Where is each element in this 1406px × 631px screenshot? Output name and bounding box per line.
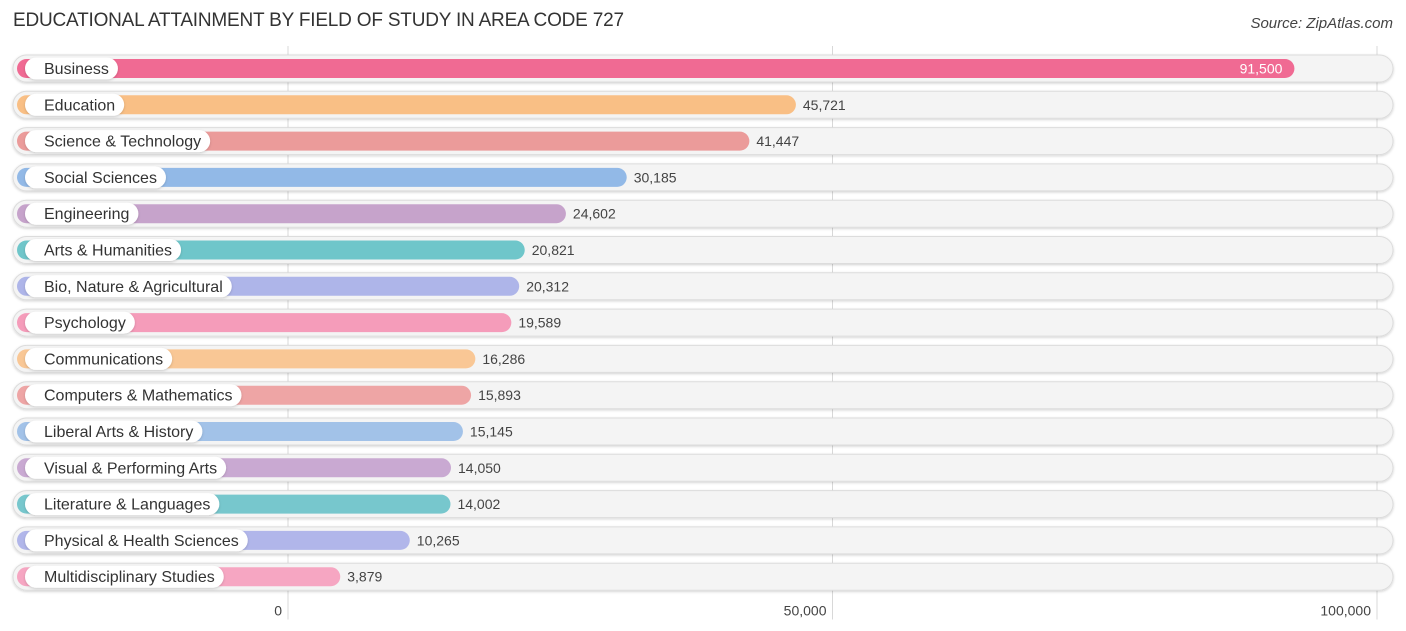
- category-label: Arts & Humanities: [44, 243, 172, 260]
- bar-row: Education 45,721: [12, 90, 1394, 119]
- category-label: Social Sciences: [44, 170, 157, 187]
- category-label: Education: [44, 97, 115, 114]
- value-label: 24,602: [573, 206, 616, 222]
- bar-row: Business 91,500: [12, 54, 1394, 83]
- value-label: 41,447: [756, 133, 799, 149]
- x-axis-ticks: 0 50,000 100,000: [274, 603, 1371, 619]
- value-label: 91,500: [1240, 61, 1283, 77]
- x-tick-label: 50,000: [784, 603, 827, 619]
- category-label: Science & Technology: [44, 134, 201, 151]
- bar-row: Social Sciences 30,185: [12, 163, 1394, 192]
- category-label: Communications: [44, 351, 163, 368]
- value-label: 20,312: [526, 278, 569, 294]
- category-label: Engineering: [44, 206, 129, 223]
- category-label: Physical & Health Sciences: [44, 533, 239, 550]
- bar-row: Visual & Performing Arts 14,050: [12, 453, 1394, 482]
- bar-row: Computers & Mathematics 15,893: [12, 381, 1394, 410]
- bar: [17, 95, 796, 115]
- value-label: 30,185: [634, 169, 677, 185]
- bar-row: Literature & Languages 14,002: [12, 490, 1394, 519]
- category-label: Business: [44, 61, 109, 78]
- bar-row: Communications 16,286: [12, 344, 1394, 373]
- category-label: Computers & Mathematics: [44, 388, 233, 405]
- x-tick-label: 100,000: [1320, 603, 1371, 619]
- value-label: 14,002: [457, 496, 500, 512]
- bar-rows: Business 91,500 Education 45,721 Science & T…: [12, 54, 1394, 591]
- value-label: 45,721: [803, 97, 846, 113]
- value-label: 20,821: [532, 242, 575, 258]
- bar-row: Science & Technology 41,447: [12, 127, 1394, 156]
- bar: [17, 59, 1295, 78]
- bar-row: Physical & Health Sciences 10,265: [12, 526, 1394, 555]
- bar-row: Multidisciplinary Studies 3,879: [12, 562, 1394, 591]
- x-tick-label: 0: [274, 603, 282, 619]
- bar-row: Psychology 19,589: [12, 308, 1394, 337]
- category-label: Bio, Nature & Agricultural: [44, 279, 223, 296]
- value-label: 3,879: [347, 569, 382, 585]
- category-label: Literature & Languages: [44, 497, 210, 514]
- value-label: 14,050: [458, 460, 501, 476]
- bar-row: Liberal Arts & History 15,145: [12, 417, 1394, 446]
- value-label: 16,286: [482, 351, 525, 367]
- category-label: Multidisciplinary Studies: [44, 569, 215, 586]
- bar-row: Bio, Nature & Agricultural 20,312: [12, 272, 1394, 301]
- bar-chart: Business 91,500 Education 45,721 Science & T…: [12, 46, 1394, 620]
- bar-row: Arts & Humanities 20,821: [12, 236, 1394, 264]
- value-label: 19,589: [518, 315, 561, 331]
- value-label: 15,145: [470, 424, 513, 440]
- category-label: Psychology: [44, 315, 126, 332]
- value-label: 15,893: [478, 387, 521, 403]
- bar-row: Engineering 24,602: [12, 199, 1394, 228]
- category-label: Liberal Arts & History: [44, 424, 193, 441]
- value-label: 10,265: [417, 532, 460, 548]
- category-label: Visual & Performing Arts: [44, 460, 217, 477]
